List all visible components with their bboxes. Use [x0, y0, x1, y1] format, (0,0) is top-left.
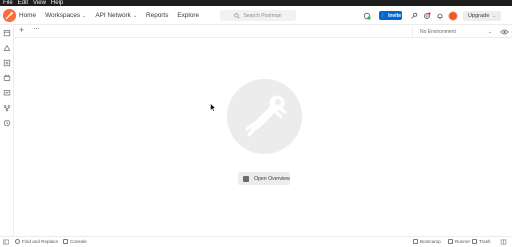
search-input[interactable]: Search Postman — [220, 10, 296, 21]
runner-icon — [448, 239, 453, 244]
layout-toggle-icon[interactable] — [500, 239, 507, 245]
search-icon — [234, 12, 240, 19]
invite-icon: 👤 — [379, 12, 387, 19]
runner-button[interactable]: Runner — [448, 239, 470, 244]
open-overview-label: Open Overview — [254, 175, 290, 182]
monitors-icon[interactable] — [3, 89, 11, 97]
settings-icon[interactable] — [423, 12, 431, 20]
history-icon[interactable] — [3, 119, 11, 127]
chevron-down-icon: ⌄ — [487, 29, 492, 35]
runner-label: Runner — [455, 239, 471, 244]
nav-explore[interactable]: Explore — [177, 12, 199, 19]
trash-label: Trash — [479, 239, 491, 244]
postman-app: File Edit View Help Home Workspaces ⌄ API… — [0, 0, 512, 247]
find-replace-label: Find and Replace — [22, 239, 59, 244]
find-replace-button[interactable]: Find and Replace — [15, 239, 58, 244]
nav-reports-label: Reports — [146, 12, 169, 19]
nav-api-network-label: API Network — [95, 12, 131, 19]
mock-servers-icon[interactable] — [3, 74, 11, 82]
new-tab-button[interactable]: + — [19, 25, 24, 35]
search-placeholder: Search Postman — [243, 12, 282, 19]
header-bar: Home Workspaces ⌄ API Network ⌄ Reports Ex… — [0, 6, 512, 25]
eye-icon[interactable] — [500, 28, 509, 36]
environment-label: No Environment — [420, 29, 456, 35]
avatar[interactable] — [448, 11, 458, 21]
trash-icon — [472, 239, 477, 244]
bootcamp-label: Bootcamp — [420, 239, 441, 244]
nav-home[interactable]: Home — [19, 12, 36, 19]
mouse-cursor-icon — [210, 103, 216, 112]
upgrade-label: Upgrade — [467, 13, 490, 19]
bootcamp-button[interactable]: Bootcamp — [413, 239, 441, 244]
postman-hero-illustration — [227, 79, 302, 154]
notifications-icon[interactable] — [436, 12, 444, 20]
tab-strip: + ··· No Environment ⌄ — [15, 24, 512, 38]
trash-button[interactable]: Trash — [472, 239, 491, 244]
console-label: Console — [70, 239, 87, 244]
nav-workspaces-label: Workspaces — [45, 12, 81, 19]
status-bar: Find and Replace Console Bootcamp Runner… — [0, 236, 512, 247]
environments-icon[interactable] — [3, 59, 11, 67]
collections-icon[interactable] — [3, 29, 11, 37]
nav-explore-label: Explore — [177, 12, 200, 19]
chevron-down-icon: ⌄ — [82, 12, 87, 19]
nav-home-label: Home — [19, 12, 37, 19]
postman-logo-icon[interactable] — [3, 9, 16, 22]
apis-icon[interactable] — [3, 44, 11, 52]
bootcamp-icon — [413, 239, 418, 244]
satellite-icon[interactable] — [410, 12, 418, 20]
sidebar-toggle-icon[interactable] — [3, 239, 9, 245]
nav-api-network[interactable]: API Network ⌄ — [95, 12, 137, 19]
overview-icon — [243, 175, 249, 182]
more-tabs-button[interactable]: ··· — [33, 24, 40, 33]
console-icon — [63, 239, 68, 244]
upgrade-button[interactable]: Upgrade ⌄ — [463, 11, 501, 21]
left-sidebar — [0, 26, 14, 236]
invite-button[interactable]: 👤 Invite — [379, 11, 402, 20]
search-icon — [15, 239, 20, 244]
chevron-down-icon: ⌄ — [132, 12, 138, 19]
sync-icon[interactable] — [363, 12, 371, 20]
nav-workspaces[interactable]: Workspaces ⌄ — [45, 12, 86, 19]
chevron-down-icon: ⌄ — [492, 13, 497, 18]
console-button[interactable]: Console — [63, 239, 87, 244]
nav-reports[interactable]: Reports — [146, 12, 168, 19]
flows-icon[interactable] — [3, 104, 11, 112]
open-overview-button[interactable]: Open Overview — [238, 172, 290, 185]
main-nav: Home Workspaces ⌄ API Network ⌄ Reports Ex… — [19, 6, 208, 25]
postman-astronaut-icon — [227, 79, 302, 154]
invite-label: Invite — [388, 12, 402, 19]
environment-selector[interactable]: No Environment ⌄ — [412, 26, 497, 38]
